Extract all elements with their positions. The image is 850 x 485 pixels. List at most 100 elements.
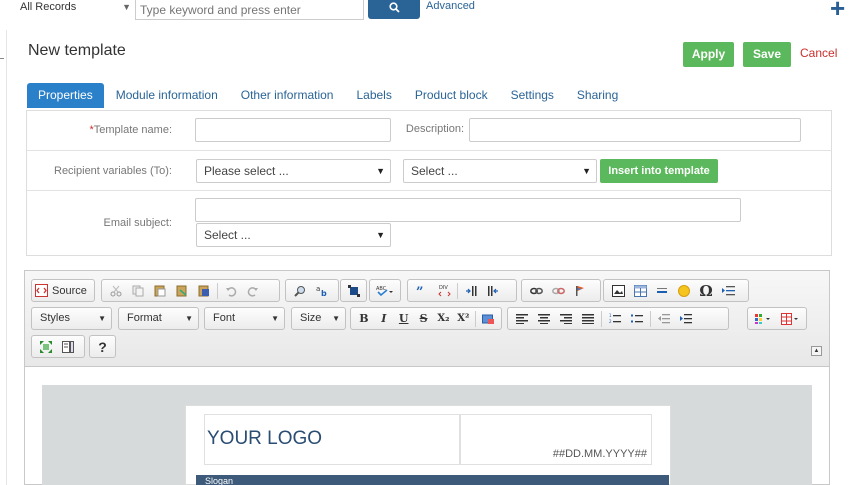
unlink-icon[interactable] bbox=[547, 281, 569, 300]
blockquote-icon[interactable]: ” bbox=[411, 281, 433, 300]
page-break-icon[interactable] bbox=[717, 281, 739, 300]
bold-button[interactable]: B bbox=[354, 309, 374, 328]
special-char-icon[interactable]: Ω bbox=[695, 281, 717, 300]
size-combo[interactable]: Size ▼ bbox=[291, 307, 346, 330]
tab-sharing[interactable]: Sharing bbox=[566, 83, 629, 108]
superscript-button[interactable]: X² bbox=[453, 309, 473, 328]
template-name-label: *Template name: bbox=[89, 124, 172, 136]
template-name-input[interactable] bbox=[195, 118, 391, 142]
svg-text:”: ” bbox=[416, 285, 423, 297]
records-filter-value: All Records bbox=[20, 1, 77, 13]
svg-text:a: a bbox=[316, 285, 320, 293]
undo-icon[interactable] bbox=[220, 281, 242, 300]
strikethrough-button[interactable]: S bbox=[414, 309, 434, 328]
underline-button[interactable]: U bbox=[394, 309, 414, 328]
italic-button[interactable]: I bbox=[374, 309, 394, 328]
recipient-variable-select[interactable]: Please select ... ▼ bbox=[196, 159, 391, 183]
copy-icon[interactable] bbox=[127, 281, 149, 300]
svg-text:1: 1 bbox=[609, 313, 612, 318]
advanced-search-link[interactable]: Advanced bbox=[426, 0, 475, 12]
save-button[interactable]: Save bbox=[743, 42, 791, 67]
styles-label: Styles bbox=[40, 312, 70, 324]
editor-content-area[interactable]: YOUR LOGO ##DD.MM.YYYY## Slogan bbox=[42, 385, 812, 485]
replace-icon[interactable]: ab bbox=[311, 281, 333, 300]
keyword-search-input[interactable] bbox=[135, 0, 364, 20]
paste-text-icon[interactable] bbox=[171, 281, 193, 300]
svg-text:2: 2 bbox=[609, 319, 612, 324]
tab-settings[interactable]: Settings bbox=[500, 83, 565, 108]
bulleted-list-icon[interactable] bbox=[626, 309, 648, 328]
align-justify-icon[interactable] bbox=[577, 309, 599, 328]
insert-into-template-button[interactable]: Insert into template bbox=[600, 159, 718, 183]
tab-labels[interactable]: Labels bbox=[345, 83, 402, 108]
table-style-icon[interactable] bbox=[777, 309, 803, 328]
text-color-icon[interactable] bbox=[751, 309, 777, 328]
source-button[interactable]: Source bbox=[35, 281, 91, 300]
text-direction-ltr-icon[interactable] bbox=[460, 281, 482, 300]
align-center-icon[interactable] bbox=[533, 309, 555, 328]
help-button[interactable]: ? bbox=[93, 337, 112, 356]
indent-icon[interactable] bbox=[675, 309, 697, 328]
spellcheck-group: ABC bbox=[369, 279, 401, 302]
description-input[interactable] bbox=[469, 118, 801, 142]
email-subject-input[interactable] bbox=[195, 198, 741, 222]
collapse-toolbar-icon[interactable]: ▲ bbox=[811, 346, 822, 356]
tab-properties[interactable]: Properties bbox=[27, 83, 104, 108]
logo-placeholder: YOUR LOGO bbox=[207, 428, 323, 449]
outdent-icon[interactable] bbox=[653, 309, 675, 328]
recipient-select-value: Please select ... bbox=[204, 164, 289, 178]
image-icon[interactable] bbox=[607, 281, 629, 300]
maximize-icon[interactable] bbox=[35, 337, 57, 356]
size-label: Size bbox=[300, 312, 322, 324]
help-group: ? bbox=[89, 335, 116, 358]
editor-toolbar: Source ab ABC ” DIV Ω Styles ▼ Format ▼ … bbox=[25, 271, 829, 367]
redo-icon[interactable] bbox=[242, 281, 264, 300]
page-title: New template bbox=[28, 42, 126, 59]
select-all-icon[interactable] bbox=[344, 281, 363, 300]
paste-icon[interactable] bbox=[149, 281, 171, 300]
top-search-bar: All Records ▼ Advanced + bbox=[0, 0, 850, 22]
subscript-button[interactable]: X₂ bbox=[434, 309, 454, 328]
search-button[interactable] bbox=[368, 0, 420, 19]
paragraph-group: 12 bbox=[507, 307, 729, 330]
source-icon bbox=[35, 284, 48, 297]
chevron-down-icon: ▼ bbox=[185, 314, 193, 323]
source-label: Source bbox=[52, 284, 87, 297]
font-combo[interactable]: Font ▼ bbox=[204, 307, 285, 330]
align-left-icon[interactable] bbox=[511, 309, 533, 328]
records-filter-select[interactable]: All Records ▼ bbox=[10, 0, 135, 20]
anchor-icon[interactable] bbox=[569, 281, 591, 300]
left-marker bbox=[0, 58, 4, 59]
tab-module-information[interactable]: Module information bbox=[105, 83, 229, 108]
chevron-down-icon: ▼ bbox=[271, 314, 279, 323]
tab-product-block[interactable]: Product block bbox=[404, 83, 499, 108]
numbered-list-icon[interactable]: 12 bbox=[604, 309, 626, 328]
text-direction-rtl-icon[interactable] bbox=[482, 281, 504, 300]
chevron-down-icon: ▼ bbox=[582, 166, 591, 176]
row-divider bbox=[26, 150, 832, 151]
plus-icon[interactable]: + bbox=[830, 0, 848, 21]
paste-word-icon[interactable] bbox=[193, 281, 215, 300]
chevron-down-icon: ▼ bbox=[376, 230, 385, 240]
slogan-bar: Slogan bbox=[196, 475, 669, 485]
cut-icon[interactable] bbox=[105, 281, 127, 300]
search-icon bbox=[388, 2, 400, 13]
tab-other-information[interactable]: Other information bbox=[230, 83, 345, 108]
find-icon[interactable] bbox=[289, 281, 311, 300]
recipient-field-select[interactable]: Select ... ▼ bbox=[403, 159, 597, 183]
email-subject-variable-select[interactable]: Select ... ▼ bbox=[196, 223, 391, 247]
create-div-icon[interactable]: DIV bbox=[433, 281, 455, 300]
styles-combo[interactable]: Styles ▼ bbox=[31, 307, 112, 330]
align-right-icon[interactable] bbox=[555, 309, 577, 328]
spellcheck-icon[interactable]: ABC bbox=[373, 281, 397, 300]
apply-button[interactable]: Apply bbox=[683, 42, 734, 67]
select-all-group bbox=[340, 279, 367, 302]
table-icon[interactable] bbox=[629, 281, 651, 300]
show-blocks-icon[interactable] bbox=[57, 337, 79, 356]
horizontal-line-icon[interactable] bbox=[651, 281, 673, 300]
format-combo[interactable]: Format ▼ bbox=[118, 307, 199, 330]
cancel-link[interactable]: Cancel bbox=[800, 46, 837, 60]
link-icon[interactable] bbox=[525, 281, 547, 300]
remove-format-icon[interactable] bbox=[478, 309, 498, 328]
smiley-icon[interactable] bbox=[673, 281, 695, 300]
